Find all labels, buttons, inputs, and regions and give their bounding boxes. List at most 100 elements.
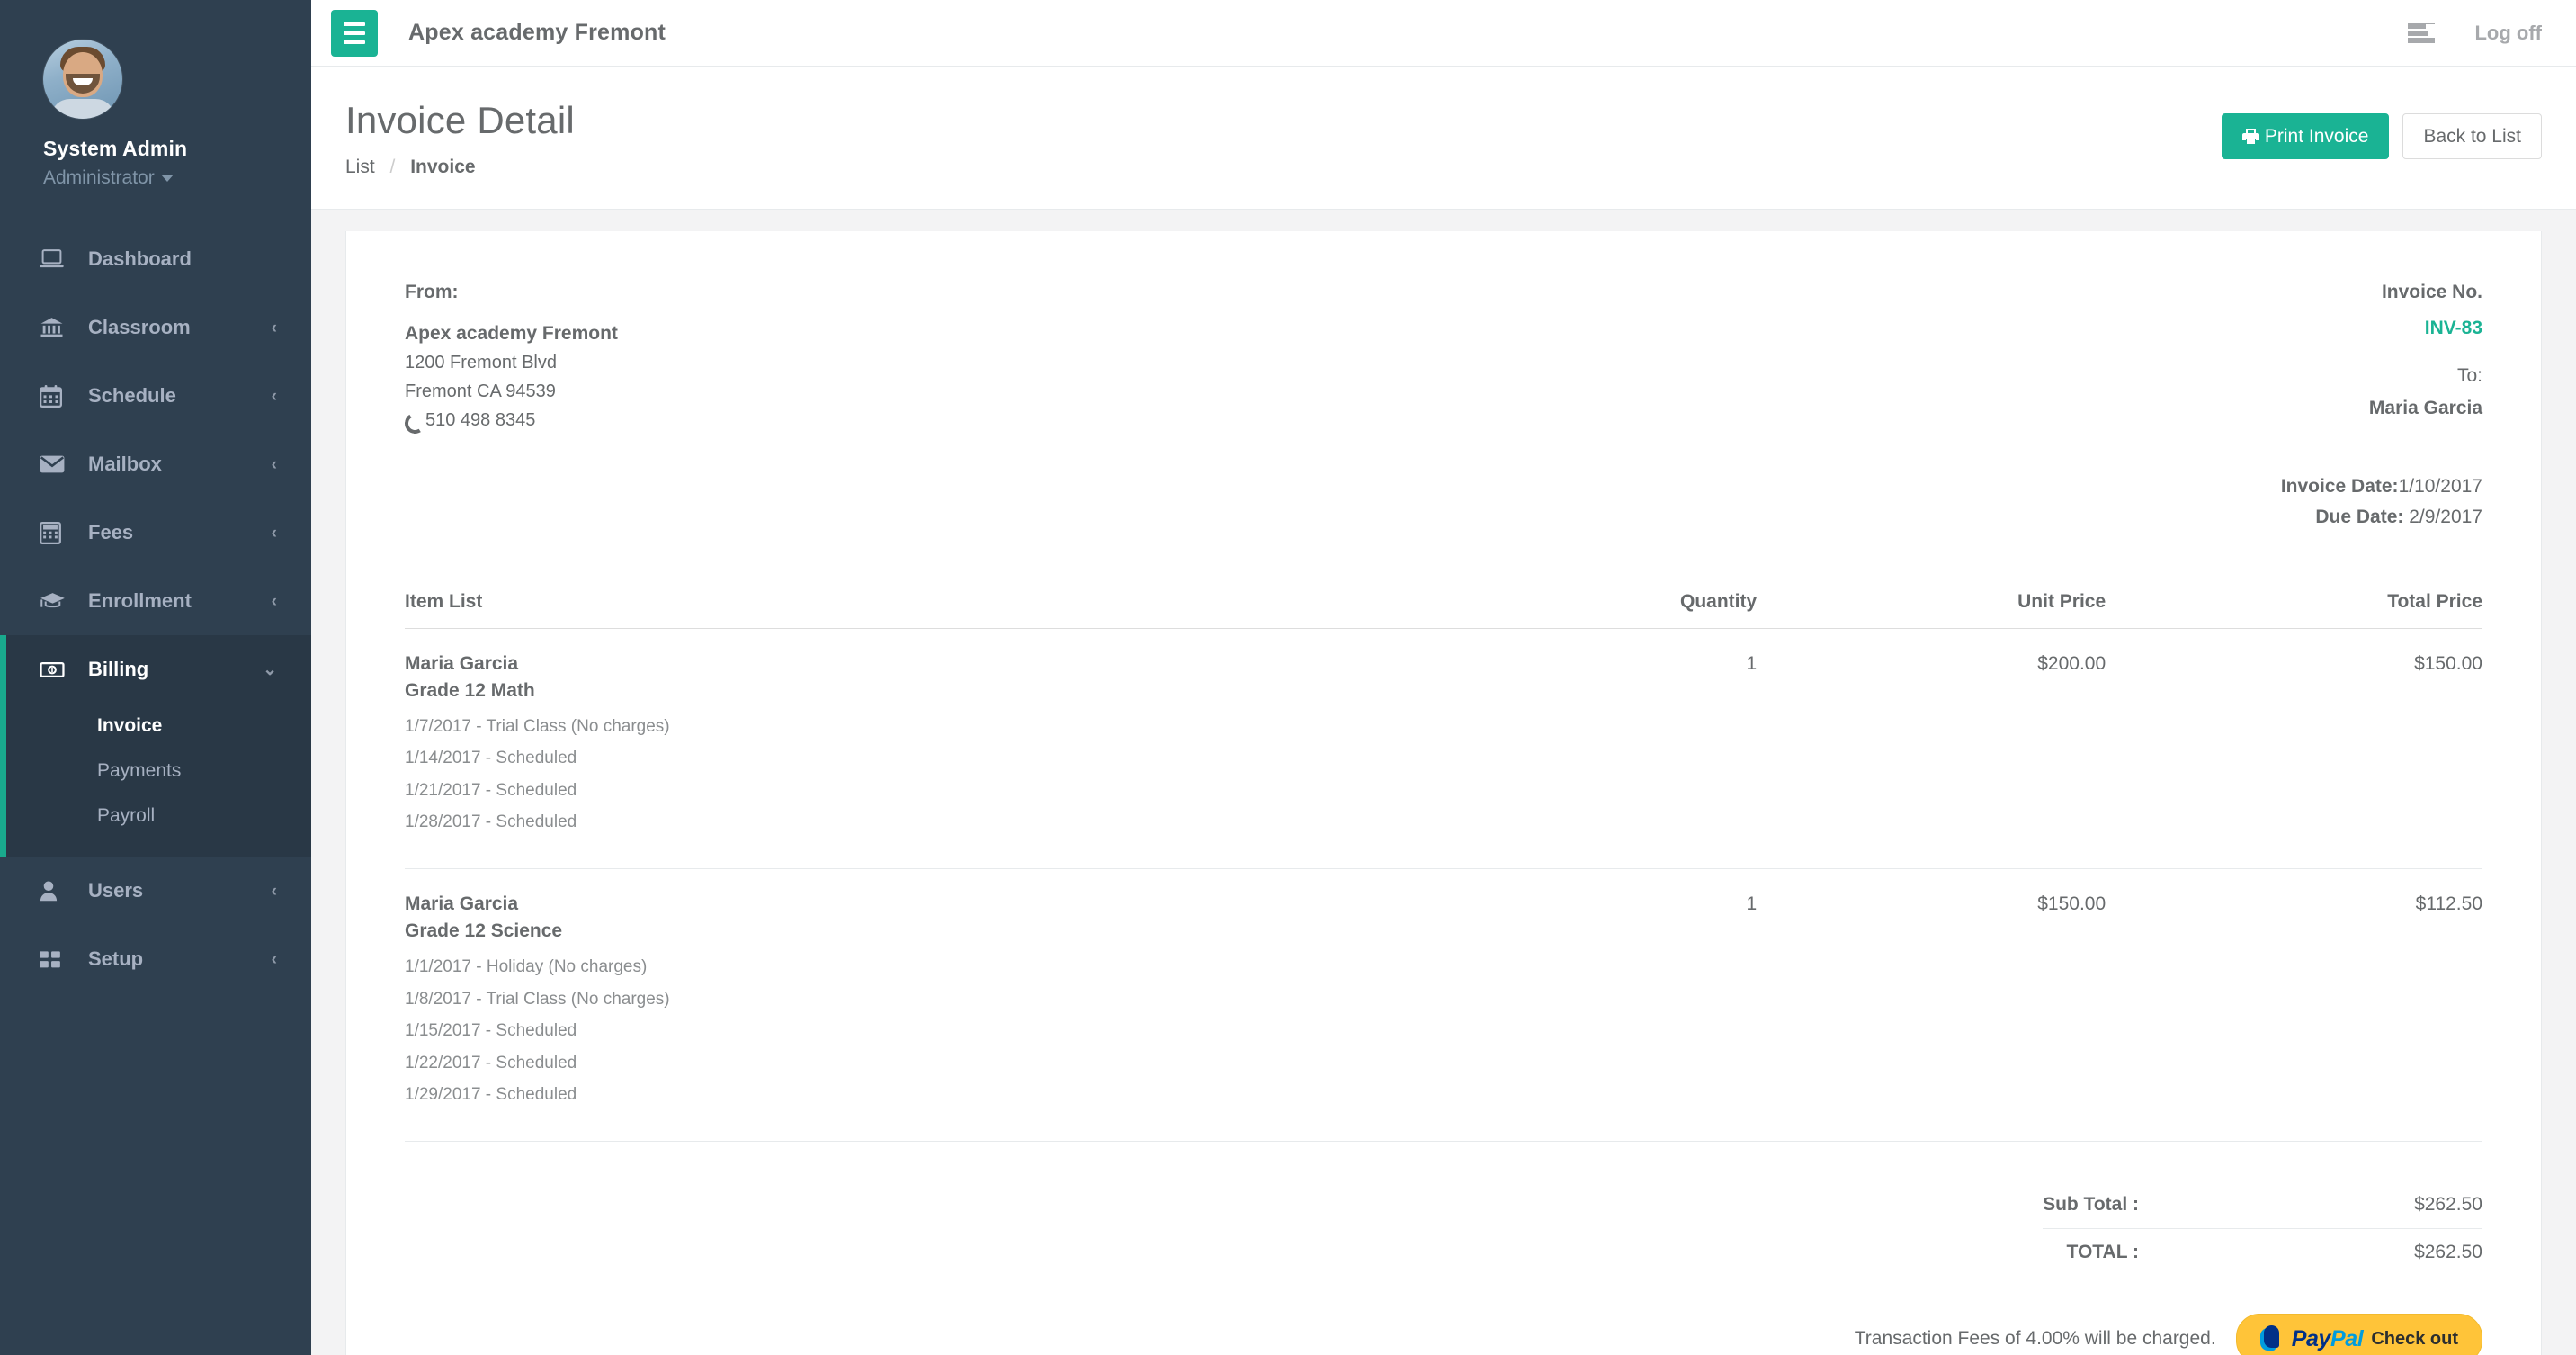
schedule-line: 1/21/2017 - Scheduled [405, 780, 577, 800]
item-total-price: $150.00 [2106, 628, 2482, 870]
brand-title: Apex academy Fremont [408, 20, 666, 45]
totals-table: Sub Total : $262.50 TOTAL : $262.50 [2043, 1181, 2482, 1277]
invoice-no-label: Invoice No. [2381, 282, 2482, 303]
sidebar-label-schedule: Schedule [88, 384, 176, 407]
page-title: Invoice Detail [345, 99, 575, 141]
paypal-word-pal: Pal [2330, 1325, 2364, 1351]
sidebar-profile: System Admin Administrator [0, 0, 311, 225]
subtotal-row: Sub Total : $262.50 [2043, 1181, 2482, 1229]
sidebar-item-classroom[interactable]: Classroom ‹ [0, 293, 311, 362]
money-icon [40, 661, 72, 678]
sidebar-item-mailbox[interactable]: Mailbox ‹ [0, 430, 311, 498]
item-course-name: Grade 12 Science [405, 920, 563, 942]
sidebar-link-fees[interactable]: Fees ‹ [0, 498, 311, 567]
breadcrumb: List / Invoice [345, 157, 2222, 178]
subtotal-label: Sub Total : [2043, 1194, 2139, 1216]
sidebar-label-enrollment: Enrollment [88, 589, 192, 612]
sidebar-label-classroom: Classroom [88, 316, 191, 338]
sidebar-item-enrollment[interactable]: Enrollment ‹ [0, 567, 311, 635]
table-row: Maria Garcia Grade 12 Science 1/1/2017 -… [405, 868, 2482, 1143]
sidebar-label-fees: Fees [88, 521, 134, 543]
invoice-date-label: Invoice Date: [2280, 476, 2399, 498]
topbar: Apex academy Fremont Log off [311, 0, 2576, 67]
breadcrumb-item-list[interactable]: List [345, 157, 375, 177]
paypal-wordmark: PayPal [2292, 1326, 2364, 1352]
sidebar-link-setup[interactable]: Setup ‹ [0, 925, 311, 993]
sidebar-item-dashboard[interactable]: Dashboard [0, 225, 311, 293]
page-header: Invoice Detail List / Invoice Print Invo… [311, 67, 2576, 211]
print-invoice-label: Print Invoice [2264, 126, 2369, 147]
sidebar-item-billing[interactable]: Billing ⌄ Invoice Payments Payroll [0, 635, 311, 857]
item-student-name: Maria Garcia [405, 653, 519, 675]
chevron-icon-schedule: ‹ [271, 386, 277, 406]
sidebar-item-fees[interactable]: Fees ‹ [0, 498, 311, 567]
back-to-list-label: Back to List [2423, 126, 2521, 147]
invoice-items-tbody: Maria Garcia Grade 12 Math 1/7/2017 - Tr… [405, 628, 2482, 1143]
logoff-link[interactable]: Log off [2474, 22, 2542, 45]
profile-role-dropdown[interactable]: Administrator [43, 167, 311, 189]
sidebar: System Admin Administrator Dashboard Cla… [0, 0, 311, 1355]
avatar[interactable] [43, 40, 122, 119]
user-icon [40, 880, 72, 902]
laptop-icon [40, 249, 72, 269]
from-company: Apex academy Fremont [405, 323, 618, 345]
profile-name: System Admin [43, 137, 188, 160]
sidebar-link-dashboard[interactable]: Dashboard [0, 225, 311, 293]
sidebar-label-users: Users [88, 879, 144, 902]
sidebar-item-schedule[interactable]: Schedule ‹ [0, 362, 311, 430]
invoice-date-value: 1/10/2017 [2398, 476, 2482, 498]
schedule-line: 1/1/2017 - Holiday (No charges) [405, 957, 648, 977]
caret-down-icon [160, 175, 174, 183]
sidebar-item-setup[interactable]: Setup ‹ [0, 925, 311, 993]
invoice-from-block: From: Apex academy Fremont 1200 Fremont … [405, 282, 2141, 528]
sidebar-link-schedule[interactable]: Schedule ‹ [0, 362, 311, 430]
back-to-list-button[interactable]: Back to List [2402, 113, 2542, 160]
print-invoice-button[interactable]: Print Invoice [2221, 113, 2390, 160]
chevron-icon-setup: ‹ [271, 949, 277, 969]
transaction-fee-note: Transaction Fees of 4.00% will be charge… [1854, 1328, 2216, 1350]
from-label: From: [405, 282, 459, 303]
schedule-line: 1/15/2017 - Scheduled [405, 1021, 577, 1041]
chevron-icon-mailbox: ‹ [271, 454, 277, 474]
sidebar-link-users[interactable]: Users ‹ [0, 857, 311, 925]
item-unit-price: $200.00 [1757, 628, 2106, 870]
invoice-no-value: INV-83 [2424, 318, 2482, 339]
column-header-total-price: Total Price [2106, 591, 2482, 630]
sidebar-link-billing[interactable]: Billing ⌄ [6, 635, 311, 704]
tasks-list-icon[interactable] [2408, 22, 2436, 43]
table-header-row: Item List Quantity Unit Price Total Pric… [405, 591, 2482, 630]
sidebar-link-enrollment[interactable]: Enrollment ‹ [0, 567, 311, 635]
column-header-quantity: Quantity [1453, 591, 1758, 630]
sidebar-item-invoice[interactable]: Invoice [6, 704, 311, 749]
sidebar-nav: Dashboard Classroom ‹ Schedule ‹ Mailbox… [0, 225, 311, 993]
schedule-line: 1/22/2017 - Scheduled [405, 1053, 577, 1072]
total-label: TOTAL : [2043, 1228, 2195, 1277]
from-phone: 510 498 8345 [425, 410, 536, 431]
to-label: To: [2456, 365, 2482, 387]
schedule-line: 1/7/2017 - Trial Class (No charges) [405, 717, 670, 737]
schedule-line: 1/8/2017 - Trial Class (No charges) [405, 989, 670, 1009]
printer-icon [2241, 128, 2259, 145]
chevron-down-icon-billing: ⌄ [263, 660, 277, 679]
item-total-price: $112.50 [2106, 868, 2482, 1143]
invoice-dates: Invoice Date:1/10/2017 Due Date: 2/9/201… [2141, 476, 2482, 528]
sidebar-label-billing: Billing [88, 658, 149, 680]
sidebar-item-users[interactable]: Users ‹ [0, 857, 311, 925]
schedule-line: 1/14/2017 - Scheduled [405, 749, 577, 768]
due-date-row: Due Date: 2/9/2017 [2141, 507, 2482, 528]
sidebar-item-payroll[interactable]: Payroll [6, 794, 311, 839]
invoice-card: From: Apex academy Fremont 1200 Fremont … [345, 231, 2542, 1355]
item-cell: Maria Garcia Grade 12 Science 1/1/2017 -… [405, 868, 1454, 1143]
sidebar-link-classroom[interactable]: Classroom ‹ [0, 293, 311, 362]
invoice-items-table: Item List Quantity Unit Price Total Pric… [405, 591, 2482, 1143]
sidebar-link-mailbox[interactable]: Mailbox ‹ [0, 430, 311, 498]
sidebar-item-payments[interactable]: Payments [6, 749, 311, 794]
hamburger-icon[interactable] [331, 9, 378, 57]
item-quantity: 1 [1453, 868, 1758, 1143]
payment-row: Transaction Fees of 4.00% will be charge… [405, 1314, 2482, 1355]
breadcrumb-separator: / [389, 157, 396, 178]
paypal-checkout-button[interactable]: PayPal Check out [2235, 1314, 2482, 1355]
profile-role-label: Administrator [43, 167, 155, 188]
invoice-date-row: Invoice Date:1/10/2017 [2141, 476, 2482, 498]
grid-icon [40, 950, 72, 969]
